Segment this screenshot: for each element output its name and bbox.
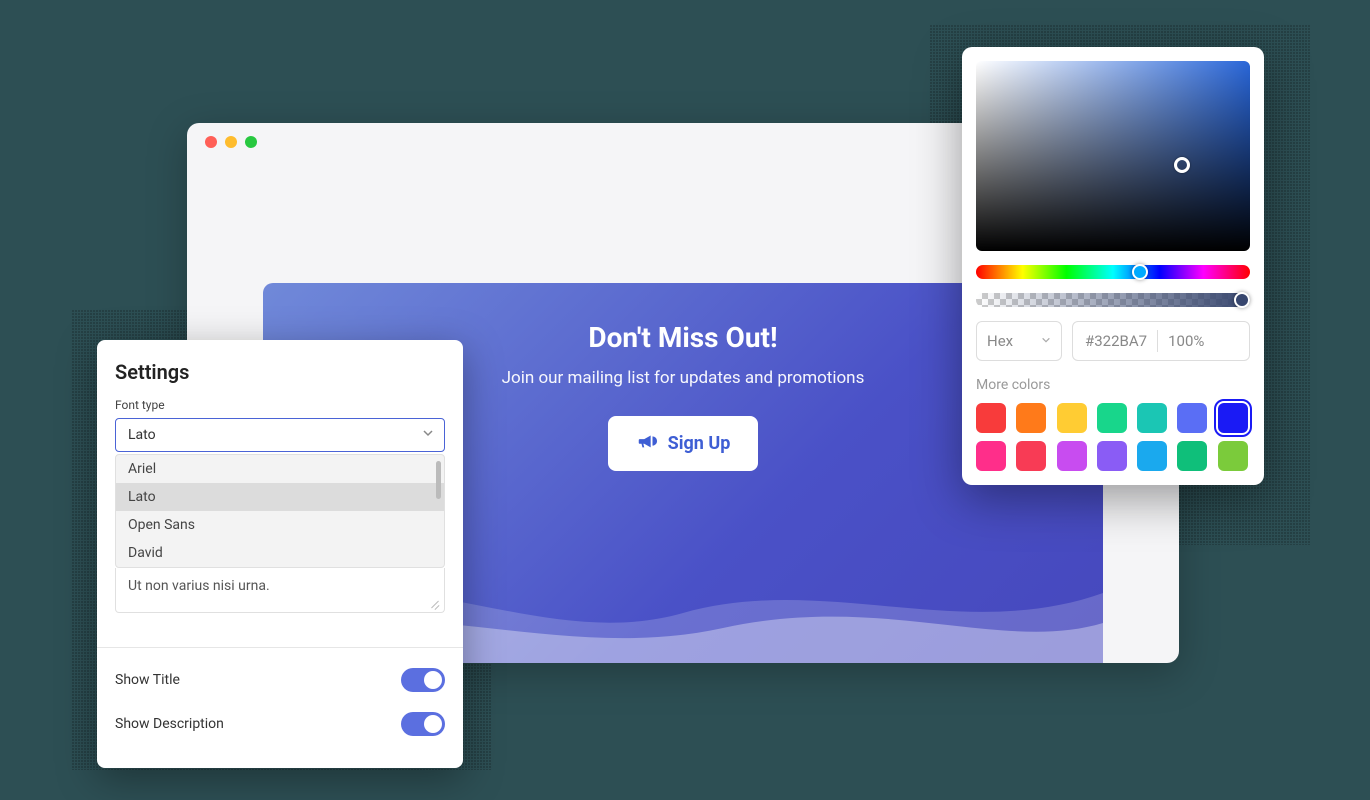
swatch[interactable]: [1218, 441, 1248, 471]
chevron-down-icon: [422, 427, 434, 443]
font-type-selected: Lato: [128, 427, 156, 443]
settings-title: Settings: [115, 360, 445, 384]
swatch[interactable]: [1057, 403, 1087, 433]
show-description-toggle[interactable]: [401, 712, 445, 736]
dropdown-scrollbar[interactable]: [436, 461, 441, 499]
swatch[interactable]: [1177, 441, 1207, 471]
hue-thumb[interactable]: [1132, 264, 1148, 280]
more-colors-label: More colors: [976, 377, 1250, 393]
font-option-lato[interactable]: Lato: [116, 483, 444, 511]
alpha-thumb[interactable]: [1234, 292, 1250, 308]
swatch[interactable]: [1097, 441, 1127, 471]
window-maximize-dot[interactable]: [245, 136, 257, 148]
swatch-grid: [976, 403, 1250, 471]
show-title-row: Show Title: [115, 658, 445, 702]
font-type-label: Font type: [115, 398, 445, 412]
signup-button[interactable]: Sign Up: [608, 416, 759, 471]
swatch[interactable]: [1016, 441, 1046, 471]
hex-input[interactable]: #322BA7 100%: [1072, 321, 1250, 361]
swatch[interactable]: [1016, 403, 1046, 433]
show-title-toggle[interactable]: [401, 668, 445, 692]
megaphone-icon: [636, 430, 658, 457]
font-option-david[interactable]: David: [116, 539, 444, 567]
swatch[interactable]: [1177, 403, 1207, 433]
swatch[interactable]: [1137, 403, 1167, 433]
opacity-value: 100%: [1168, 332, 1204, 350]
textarea-value: Ut non varius nisi urna.: [128, 578, 270, 594]
font-option-opensans[interactable]: Open Sans: [116, 511, 444, 539]
resize-handle-icon[interactable]: [430, 598, 440, 608]
swatch[interactable]: [1097, 403, 1127, 433]
window-close-dot[interactable]: [205, 136, 217, 148]
alpha-slider[interactable]: [976, 293, 1250, 307]
hex-value: #322BA7: [1085, 332, 1147, 350]
swatch[interactable]: [1137, 441, 1167, 471]
chevron-down-icon: [1041, 334, 1051, 348]
font-option-ariel[interactable]: Ariel: [116, 455, 444, 483]
separator: [1157, 330, 1158, 352]
settings-panel: Settings Font type Lato Ariel Lato Open …: [97, 340, 463, 768]
font-type-select[interactable]: Lato: [115, 418, 445, 452]
color-mode-label: Hex: [987, 332, 1013, 350]
show-title-label: Show Title: [115, 672, 180, 688]
color-canvas[interactable]: [976, 61, 1250, 251]
color-picker-panel: Hex #322BA7 100% More colors: [962, 47, 1264, 485]
swatch[interactable]: [976, 441, 1006, 471]
hue-slider[interactable]: [976, 265, 1250, 279]
swatch[interactable]: [1218, 403, 1248, 433]
swatch[interactable]: [976, 403, 1006, 433]
color-reticle[interactable]: [1174, 157, 1190, 173]
signup-button-label: Sign Up: [668, 433, 731, 454]
font-type-dropdown: Ariel Lato Open Sans David: [115, 454, 445, 568]
show-description-row: Show Description: [115, 702, 445, 746]
divider: [97, 647, 463, 648]
description-textarea[interactable]: Ut non varius nisi urna.: [115, 568, 445, 613]
window-minimize-dot[interactable]: [225, 136, 237, 148]
swatch[interactable]: [1057, 441, 1087, 471]
show-description-label: Show Description: [115, 716, 224, 732]
color-mode-select[interactable]: Hex: [976, 321, 1062, 361]
